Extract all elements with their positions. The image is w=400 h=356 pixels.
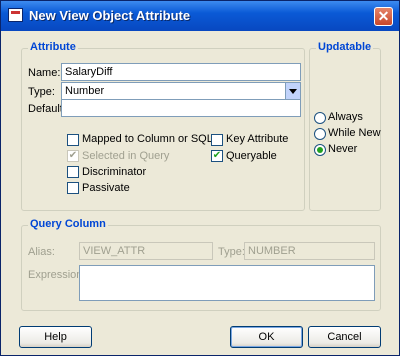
window-app-icon [8, 8, 23, 22]
queryable-checkbox[interactable]: ✔ [211, 150, 223, 162]
alias-label: Alias: [28, 246, 55, 258]
query-type-label: Type: [218, 246, 245, 258]
never-label[interactable]: Never [328, 143, 357, 155]
passivate-label[interactable]: Passivate [82, 182, 130, 194]
key-attribute-label[interactable]: Key Attribute [226, 133, 288, 145]
type-label: Type: [28, 86, 55, 98]
default-field[interactable] [61, 99, 301, 117]
expression-field[interactable] [79, 265, 375, 301]
key-attribute-checkbox[interactable] [211, 134, 223, 146]
name-field[interactable]: SalaryDiff [61, 63, 301, 81]
expression-label: Expression: [28, 269, 86, 281]
window-title: New View Object Attribute [29, 8, 191, 23]
ok-button[interactable]: OK [230, 326, 303, 348]
selected-in-query-checkbox[interactable]: ✔ [67, 150, 79, 162]
mapped-to-column-label[interactable]: Mapped to Column or SQL [82, 133, 213, 145]
close-button[interactable]: ✕ [374, 7, 393, 26]
always-label[interactable]: Always [328, 111, 363, 123]
attribute-legend: Attribute [28, 41, 78, 53]
chevron-down-icon[interactable] [285, 83, 300, 99]
discriminator-label[interactable]: Discriminator [82, 166, 146, 178]
passivate-checkbox[interactable] [67, 182, 79, 194]
updatable-legend: Updatable [316, 41, 374, 53]
always-radio[interactable] [314, 112, 326, 124]
help-button-label: Help [44, 331, 67, 343]
never-radio[interactable] [314, 144, 326, 156]
query-type-field[interactable]: NUMBER [244, 242, 375, 260]
queryable-label[interactable]: Queryable [226, 150, 277, 162]
dialog-window: New View Object Attribute ✕ Attribute Na… [0, 0, 400, 356]
discriminator-checkbox[interactable] [67, 166, 79, 178]
ok-button-label: OK [258, 331, 275, 343]
selected-in-query-label[interactable]: Selected in Query [82, 150, 169, 162]
alias-field[interactable]: VIEW_ATTR [79, 242, 213, 260]
cancel-button-label: Cancel [327, 331, 362, 343]
help-button[interactable]: Help [19, 326, 92, 348]
query-column-legend: Query Column [28, 218, 108, 230]
title-bar[interactable]: New View Object Attribute ✕ [1, 1, 399, 31]
while-new-radio[interactable] [314, 128, 326, 140]
name-label: Name: [28, 67, 61, 79]
cancel-button[interactable]: Cancel [308, 326, 381, 348]
mapped-to-column-checkbox[interactable] [67, 134, 79, 146]
type-dropdown-value: Number [65, 85, 105, 97]
while-new-label[interactable]: While New [328, 127, 381, 139]
type-dropdown[interactable]: Number [61, 82, 301, 100]
